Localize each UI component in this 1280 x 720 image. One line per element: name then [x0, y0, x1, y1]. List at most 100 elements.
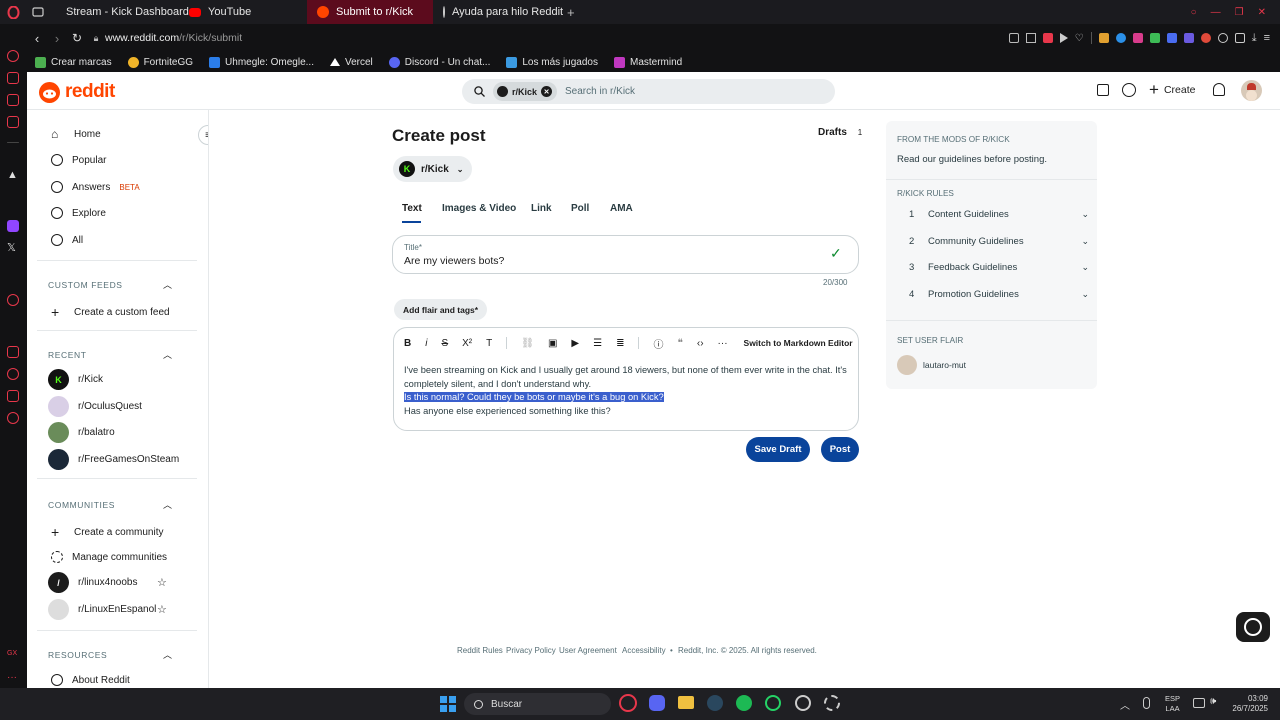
player-icon[interactable]: [7, 294, 19, 306]
maximize-icon[interactable]: ❐: [1235, 7, 1244, 18]
bookmark-mastermind[interactable]: Mastermind: [606, 56, 690, 68]
chevron-up-icon[interactable]: ︿: [163, 348, 172, 361]
extension-3-icon[interactable]: [1132, 33, 1143, 43]
bold-button[interactable]: B: [404, 338, 411, 349]
twitch-icon[interactable]: [7, 220, 19, 232]
settings-taskbar-icon[interactable]: [824, 695, 840, 711]
notification-bell-icon[interactable]: [1213, 83, 1225, 96]
bookmark-discord[interactable]: Discord - Un chat...: [381, 56, 499, 68]
pocket-icon[interactable]: [1042, 33, 1053, 43]
extension-5-icon[interactable]: [1166, 33, 1177, 43]
minimize-icon[interactable]: —: [1211, 7, 1221, 18]
bookmark-fortnitegg[interactable]: FortniteGG: [120, 56, 201, 68]
forward-icon[interactable]: ›: [47, 31, 67, 46]
video-button[interactable]: ▶: [571, 338, 579, 349]
tab-kick-dashboard[interactable]: Stream - Kick Dashboard: [49, 0, 189, 24]
reload-icon[interactable]: ↻: [67, 31, 87, 45]
tab-submit-reddit[interactable]: Submit to r/Kick: [307, 0, 433, 24]
collapse-nav-button[interactable]: ≡: [198, 125, 208, 145]
pinboard-icon[interactable]: [7, 346, 19, 358]
title-input[interactable]: Are my viewers bots?: [404, 255, 504, 267]
extensions-sidebar-icon[interactable]: [7, 390, 19, 402]
floating-assistant-button[interactable]: [1236, 612, 1270, 642]
tab-youtube[interactable]: YouTube: [179, 0, 307, 24]
settings-icon[interactable]: [1217, 33, 1228, 43]
superscript-button[interactable]: X²: [462, 338, 472, 349]
add-flair-button[interactable]: Add flair and tags*: [394, 299, 488, 320]
download-icon[interactable]: ⤓: [1252, 32, 1257, 45]
strikethrough-button[interactable]: S: [441, 338, 448, 349]
community-item-linuxenespanol[interactable]: r/LinuxEnEspanol: [48, 599, 156, 620]
extension-4-icon[interactable]: [1149, 33, 1160, 43]
tab-text[interactable]: Text: [402, 203, 422, 214]
rule-3[interactable]: 3 Feedback Guidelines ⌄: [909, 262, 1089, 273]
community-selector[interactable]: K r/Kick ⌄: [393, 156, 472, 182]
create-button[interactable]: + Create: [1149, 81, 1195, 98]
extension-1-icon[interactable]: [1098, 33, 1109, 43]
whatsapp-icon[interactable]: [765, 695, 781, 711]
search-tabs-icon[interactable]: ○: [1191, 7, 1197, 18]
favorite-star-icon[interactable]: ☆: [157, 603, 167, 616]
tab-images-video[interactable]: Images & Video: [442, 203, 516, 214]
x-icon[interactable]: 𝕏: [7, 242, 19, 254]
numbered-list-button[interactable]: ≣: [616, 338, 624, 349]
link-button[interactable]: ⛓: [521, 338, 534, 349]
save-draft-button[interactable]: Save Draft: [746, 437, 810, 462]
more-options-button[interactable]: ···: [718, 338, 728, 349]
create-community[interactable]: + Create a community: [51, 524, 163, 540]
tab-ama[interactable]: AMA: [610, 203, 633, 214]
extensions-icon[interactable]: [1234, 33, 1245, 43]
close-window-icon[interactable]: ✕: [1258, 7, 1266, 18]
extension-6-icon[interactable]: [1183, 33, 1194, 43]
language-indicator[interactable]: ESP LAA: [1165, 694, 1180, 714]
more-icon[interactable]: ···: [7, 672, 19, 684]
rule-2[interactable]: 2 Community Guidelines ⌄: [909, 236, 1089, 247]
instagram-icon[interactable]: [7, 94, 19, 106]
chat-icon[interactable]: [1122, 83, 1136, 97]
communities-header[interactable]: COMMUNITIES: [48, 500, 115, 510]
footer-accessibility[interactable]: Accessibility: [622, 646, 666, 655]
extension-7-icon[interactable]: [1200, 33, 1211, 43]
recent-item-balatro[interactable]: r/balatro: [48, 422, 115, 443]
history-icon[interactable]: [7, 368, 19, 380]
bookmark-los-mas-jugados[interactable]: Los más jugados: [498, 56, 606, 68]
footer-privacy-policy[interactable]: Privacy Policy: [506, 646, 556, 655]
tab-menu-icon[interactable]: [27, 7, 49, 17]
pin-icon[interactable]: [1008, 33, 1019, 43]
nav-item-popular[interactable]: Popular: [51, 154, 106, 166]
search-bar[interactable]: r/Kick ✕ Search in r/Kick: [462, 79, 835, 104]
bookmark-uhmegle[interactable]: Uhmegle: Omegle...: [201, 56, 322, 68]
back-icon[interactable]: ‹: [27, 31, 47, 46]
tray-chevron-icon[interactable]: ︿: [1120, 697, 1130, 712]
manage-communities[interactable]: Manage communities: [51, 551, 167, 563]
heart-icon[interactable]: ♡: [1075, 33, 1084, 44]
tab-ayuda-reddit[interactable]: Ayuda para hilo Reddit: [433, 0, 563, 24]
user-flair-selector[interactable]: lautaro-mut: [897, 355, 966, 375]
spotify-icon[interactable]: [736, 695, 752, 711]
windows-start-icon[interactable]: [440, 696, 456, 712]
custom-feeds-header[interactable]: CUSTOM FEEDS: [48, 280, 123, 290]
user-avatar[interactable]: [1241, 80, 1262, 101]
spoiler-button[interactable]: ⓘ: [653, 336, 663, 351]
heading-button[interactable]: T: [486, 338, 492, 349]
discord-taskbar-icon[interactable]: [649, 695, 665, 711]
chevron-up-icon[interactable]: ︿: [163, 648, 172, 661]
microphone-icon[interactable]: [1143, 697, 1150, 709]
tab-poll[interactable]: Poll: [571, 203, 589, 214]
nav-item-all[interactable]: All: [51, 234, 83, 246]
rule-4[interactable]: 4 Promotion Guidelines ⌄: [909, 289, 1089, 300]
snapshot-icon[interactable]: [1025, 33, 1036, 43]
nav-item-home[interactable]: ⌂ Home: [51, 127, 101, 141]
browser-menu-icon[interactable]: ≡: [1264, 32, 1270, 44]
opera-taskbar-icon[interactable]: [619, 694, 637, 712]
arc-icon[interactable]: ▲: [7, 169, 19, 181]
recent-item-freegamesonsteam[interactable]: r/FreeGamesOnSteam: [48, 449, 179, 470]
play-icon[interactable]: [1059, 33, 1068, 43]
aria-icon[interactable]: [7, 50, 19, 62]
footer-user-agreement[interactable]: User Agreement: [559, 646, 617, 655]
footer-reddit-rules[interactable]: Reddit Rules: [457, 646, 503, 655]
messenger-icon[interactable]: [7, 72, 19, 84]
italic-button[interactable]: i: [425, 338, 427, 349]
opera-logo-icon[interactable]: [0, 5, 27, 19]
remove-chip-icon[interactable]: ✕: [541, 86, 553, 97]
